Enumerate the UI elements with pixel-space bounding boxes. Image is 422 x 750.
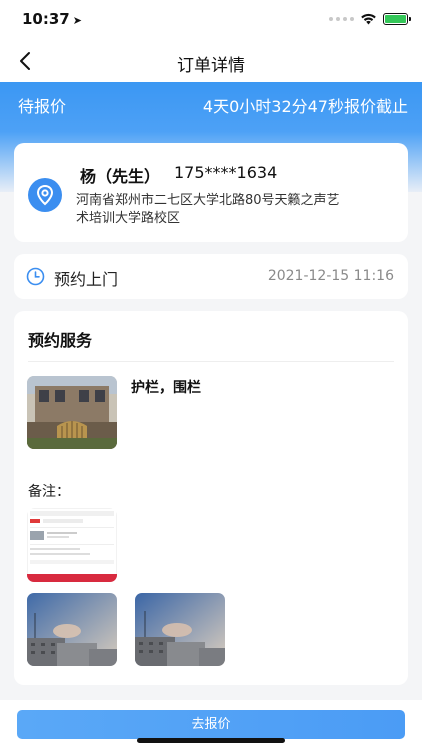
contact-phone: 175****1634 [174, 163, 278, 182]
divider [28, 361, 394, 362]
status-time: 10:37 ➤ [22, 10, 82, 28]
page-title: 订单详情 [177, 56, 245, 76]
service-card: 预约服务 护栏，围栏 备注： [14, 311, 408, 685]
contact-address-card: 杨（先生） 175****1634 河南省郑州市二七区大学北路80号天籁之声艺术… [14, 143, 408, 242]
remark-label: 备注： [28, 484, 70, 500]
remark-photo-image[interactable] [27, 593, 117, 666]
battery-charging-icon [383, 12, 411, 25]
location-pin-icon [28, 178, 62, 212]
contact-name: 杨（先生） [80, 167, 161, 186]
wifi-icon [361, 13, 376, 25]
status-icons [329, 12, 411, 25]
appointment-card: 预约上门 2021-12-15 11:16 [14, 254, 408, 299]
quote-deadline-countdown: 4天0小时32分47秒报价截止 [202, 97, 408, 116]
signal-dots-icon [329, 16, 354, 21]
home-indicator [137, 738, 285, 743]
appointment-time: 2021-12-15 11:16 [267, 268, 394, 284]
appointment-label: 预约上门 [54, 270, 119, 289]
submit-quote-button[interactable]: 去报价 [17, 710, 405, 739]
navigation-bar: 订单详情 [0, 40, 422, 82]
clock-text: 10:37 [22, 10, 70, 28]
service-item-name: 护栏，围栏 [131, 380, 201, 396]
clock-icon [26, 267, 45, 286]
remark-photo-image[interactable] [135, 593, 225, 666]
service-item-image[interactable] [27, 376, 117, 449]
remark-screenshot-image[interactable] [27, 508, 117, 582]
order-status: 待报价 [18, 97, 67, 116]
location-arrow-icon: ➤ [72, 14, 82, 27]
contact-address: 河南省郑州市二七区大学北路80号天籁之声艺术培训大学路校区 [76, 193, 340, 226]
status-bar: 10:37 ➤ [0, 0, 422, 40]
service-section-title: 预约服务 [28, 331, 93, 350]
